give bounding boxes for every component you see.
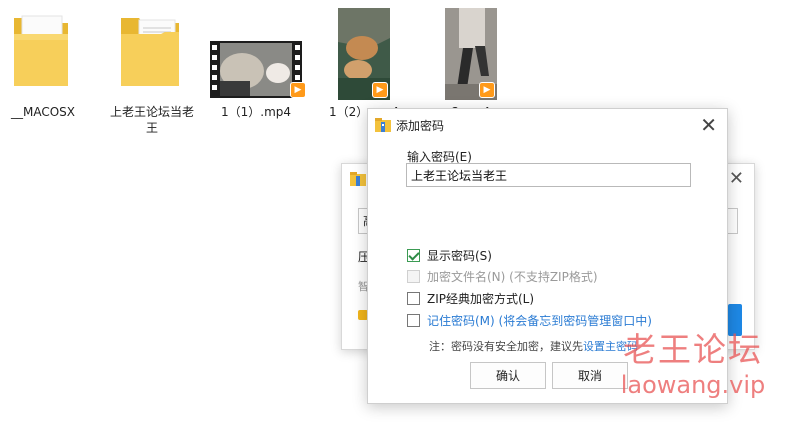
- archive-icon: [375, 118, 391, 132]
- zip-classic-checkbox[interactable]: ZIP经典加密方式(L): [407, 289, 534, 307]
- watermark-url: laowang.vip: [620, 371, 766, 399]
- close-icon[interactable]: ✕: [700, 113, 717, 137]
- video-thumbnail: [210, 41, 302, 98]
- checkbox-checked-icon[interactable]: [407, 248, 420, 262]
- checkbox-icon[interactable]: [407, 313, 420, 327]
- play-icon: ▶: [372, 82, 388, 98]
- encrypt-filenames-checkbox: 加密文件名(N) (不支持ZIP格式): [407, 267, 598, 285]
- option-label: 加密文件名(N) (不支持ZIP格式): [427, 269, 598, 284]
- play-icon: ▶: [479, 82, 495, 98]
- file-item-video-3[interactable]: ▶ 2.mp4: [421, 0, 521, 125]
- password-input[interactable]: [406, 163, 691, 187]
- file-item-folder[interactable]: 上老王论坛当老 王: [102, 0, 202, 135]
- security-note: 注：密码没有安全加密，建议先设置主密码: [429, 338, 638, 354]
- archive-icon: [350, 172, 366, 186]
- watermark: 老王论坛 laowang.vip: [608, 330, 778, 400]
- file-name: 1（1）.mp4: [220, 105, 292, 119]
- dialog-title: 添加密码: [396, 119, 445, 133]
- checkbox-icon[interactable]: [407, 291, 420, 305]
- file-item-video-1[interactable]: ▶ 1（1）.mp4: [206, 0, 306, 125]
- file-item-macosx[interactable]: __MACOSX: [0, 0, 93, 125]
- file-item-video-2[interactable]: ▶ 1（2）.mp4: [314, 0, 414, 125]
- file-name: __MACOSX: [10, 105, 75, 119]
- film-strip-icon: [210, 41, 302, 98]
- file-name: 上老王论坛当老 王: [109, 105, 194, 135]
- close-icon[interactable]: ✕: [729, 168, 744, 189]
- note-text: 注：密码没有安全加密，建议先: [429, 340, 583, 353]
- show-password-checkbox[interactable]: 显示密码(S): [407, 246, 492, 264]
- folder-icon: [14, 15, 68, 86]
- option-label: ZIP经典加密方式(L): [427, 291, 535, 306]
- option-label: 记住密码(M) (将会备忘到密码管理窗口中): [427, 313, 652, 328]
- confirm-button[interactable]: 确认: [470, 362, 546, 389]
- checkbox-disabled-icon: [407, 269, 420, 283]
- play-icon: ▶: [290, 82, 306, 98]
- watermark-title: 老王论坛: [623, 330, 763, 369]
- remember-password-checkbox[interactable]: 记住密码(M) (将会备忘到密码管理窗口中): [407, 311, 652, 329]
- option-label: 显示密码(S): [427, 248, 492, 263]
- dialog-titlebar[interactable]: 添加密码 ✕: [368, 109, 727, 141]
- folder-icon: [121, 18, 179, 86]
